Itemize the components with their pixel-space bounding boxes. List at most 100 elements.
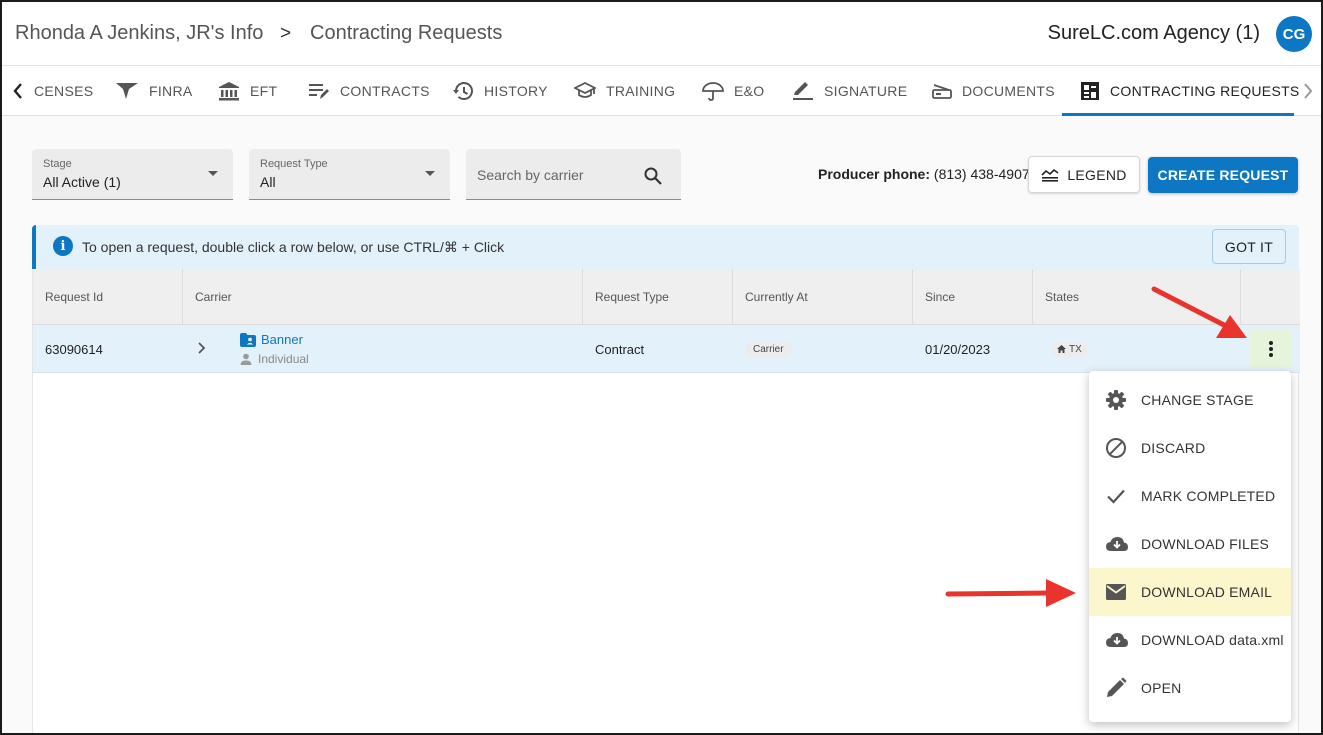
- column-header-request-id[interactable]: Request Id: [33, 269, 183, 325]
- tab-label: FINRA: [149, 83, 193, 99]
- menu-item-change-stage[interactable]: CHANGE STAGE: [1089, 376, 1291, 424]
- menu-item-open[interactable]: OPEN: [1089, 664, 1291, 712]
- legend-label: LEGEND: [1067, 166, 1127, 183]
- banner-text: To open a request, double click a row be…: [82, 239, 505, 255]
- breadcrumb-person[interactable]: Rhonda A Jenkins, JR's Info: [15, 22, 263, 45]
- tab-finra[interactable]: FINRA: [115, 66, 193, 116]
- cell-currently-at: Carrier: [733, 325, 913, 373]
- scanner-icon: [932, 84, 952, 99]
- app-header: Rhonda A Jenkins, JR's Info > Contractin…: [2, 2, 1321, 66]
- state-code: TX: [1069, 343, 1082, 355]
- stage-value: All Active (1): [43, 174, 121, 190]
- column-header-request-type[interactable]: Request Type: [583, 269, 733, 325]
- tab-eo[interactable]: E&O: [702, 66, 764, 116]
- active-tab-indicator: [1062, 113, 1294, 116]
- breadcrumb-page: Contracting Requests: [310, 22, 503, 44]
- bank-icon: [219, 82, 239, 101]
- column-header-currently-at[interactable]: Currently At: [733, 269, 913, 325]
- tab-contracts[interactable]: CONTRACTS: [308, 66, 430, 116]
- chevron-right-icon[interactable]: [196, 340, 208, 356]
- producer-phone: Producer phone: (813) 438-4907: [818, 166, 1030, 182]
- cell-since: 01/20/2023: [925, 341, 991, 357]
- table-row[interactable]: 63090614 Banner Individual Contract Carr…: [33, 325, 1300, 373]
- tab-scroll-left-icon[interactable]: [4, 66, 32, 116]
- home-icon: [1057, 345, 1066, 353]
- state-chip: TX: [1051, 341, 1088, 357]
- row-actions-button[interactable]: [1250, 330, 1291, 368]
- avatar[interactable]: CG: [1276, 16, 1312, 52]
- tab-signature[interactable]: SIGNATURE: [792, 66, 907, 116]
- dashboard-icon: [1081, 82, 1099, 100]
- cell-carrier[interactable]: Banner: [240, 332, 303, 347]
- app-window: Rhonda A Jenkins, JR's Info > Contractin…: [0, 0, 1323, 735]
- legend-button[interactable]: LEGEND: [1028, 156, 1140, 193]
- umbrella-icon: [702, 82, 724, 101]
- tab-contracting-requests[interactable]: CONTRACTING REQUESTS: [1080, 66, 1300, 116]
- search-icon[interactable]: [643, 166, 663, 186]
- cell-request-type: Contract: [595, 341, 645, 357]
- column-header-since[interactable]: Since: [913, 269, 1033, 325]
- tab-label: CONTRACTS: [340, 83, 430, 99]
- menu-item-label: DOWNLOAD data.xml: [1141, 632, 1284, 648]
- school-icon: [574, 81, 596, 98]
- tab-label: EFT: [250, 83, 278, 99]
- tab-licenses[interactable]: CENSES: [34, 66, 93, 116]
- currently-at-chip: Carrier: [745, 340, 792, 358]
- pencil-icon: [1107, 677, 1127, 697]
- menu-item-label: DOWNLOAD EMAIL: [1141, 584, 1273, 600]
- tab-label: TRAINING: [606, 83, 676, 99]
- menu-item-download-files[interactable]: DOWNLOAD FILES: [1089, 520, 1291, 568]
- menu-item-label: CHANGE STAGE: [1141, 392, 1254, 408]
- cell-carrier-type: Individual: [240, 352, 309, 366]
- menu-item-download-email[interactable]: DOWNLOAD EMAIL: [1089, 568, 1291, 616]
- table-header: Request Id Carrier Request Type Currentl…: [33, 269, 1300, 325]
- tab-training[interactable]: TRAINING: [574, 66, 675, 116]
- request-type-select[interactable]: Request Type All: [249, 149, 450, 200]
- breadcrumb-separator-icon: >: [280, 23, 292, 44]
- producer-phone-label: Producer phone:: [818, 166, 931, 182]
- menu-item-label: OPEN: [1141, 680, 1182, 696]
- search-placeholder: Search by carrier: [477, 167, 584, 183]
- carrier-name: Banner: [261, 332, 303, 347]
- tab-history[interactable]: HISTORY: [452, 66, 548, 116]
- cell-states: TX: [1039, 325, 1189, 373]
- tab-bar: CENSES FINRA EFT CONTRACTS HISTORY TRAIN…: [2, 66, 1321, 116]
- cell-request-id: 63090614: [45, 341, 103, 357]
- cloud-download-icon: [1106, 537, 1128, 551]
- got-it-button[interactable]: GOT IT: [1212, 229, 1286, 264]
- stage-select[interactable]: Stage All Active (1): [32, 149, 233, 200]
- check-icon: [1107, 489, 1125, 504]
- caret-down-icon: [425, 171, 435, 176]
- stage-label: Stage: [43, 158, 72, 170]
- block-icon: [1106, 438, 1126, 458]
- tab-eft[interactable]: EFT: [218, 66, 277, 116]
- column-header-carrier[interactable]: Carrier: [183, 269, 583, 325]
- finra-icon: [116, 83, 138, 99]
- person-icon: [240, 353, 252, 365]
- menu-item-label: DISCARD: [1141, 440, 1206, 456]
- producer-phone-value: (813) 438-4907: [933, 166, 1030, 182]
- legend-icon: [1041, 168, 1059, 182]
- tab-label: E&O: [734, 83, 765, 99]
- carrier-search-input[interactable]: Search by carrier: [466, 149, 681, 200]
- create-request-button[interactable]: CREATE REQUEST: [1148, 157, 1298, 193]
- cloud-download-icon: [1106, 633, 1128, 647]
- info-icon: i: [53, 236, 73, 256]
- tab-scroll-right-icon[interactable]: [1294, 66, 1321, 116]
- history-icon: [453, 82, 473, 100]
- menu-item-download-xml[interactable]: DOWNLOAD data.xml: [1089, 616, 1291, 664]
- menu-item-discard[interactable]: DISCARD: [1089, 424, 1291, 472]
- carrier-type: Individual: [258, 352, 309, 366]
- tab-label: HISTORY: [484, 83, 548, 99]
- menu-item-label: DOWNLOAD FILES: [1141, 536, 1270, 552]
- row-actions-menu: CHANGE STAGE DISCARD MARK COMPLETED DOWN…: [1089, 371, 1291, 722]
- tab-label: SIGNATURE: [824, 83, 908, 99]
- gear-icon: [1106, 390, 1126, 410]
- menu-item-mark-completed[interactable]: MARK COMPLETED: [1089, 472, 1291, 520]
- column-header-states[interactable]: States: [1033, 269, 1241, 325]
- tab-documents[interactable]: DOCUMENTS: [932, 66, 1055, 116]
- menu-item-label: MARK COMPLETED: [1141, 488, 1276, 504]
- folder-account-icon: [240, 332, 256, 347]
- agency-name[interactable]: SureLC.com Agency (1): [1048, 22, 1260, 45]
- mail-icon: [1106, 584, 1126, 600]
